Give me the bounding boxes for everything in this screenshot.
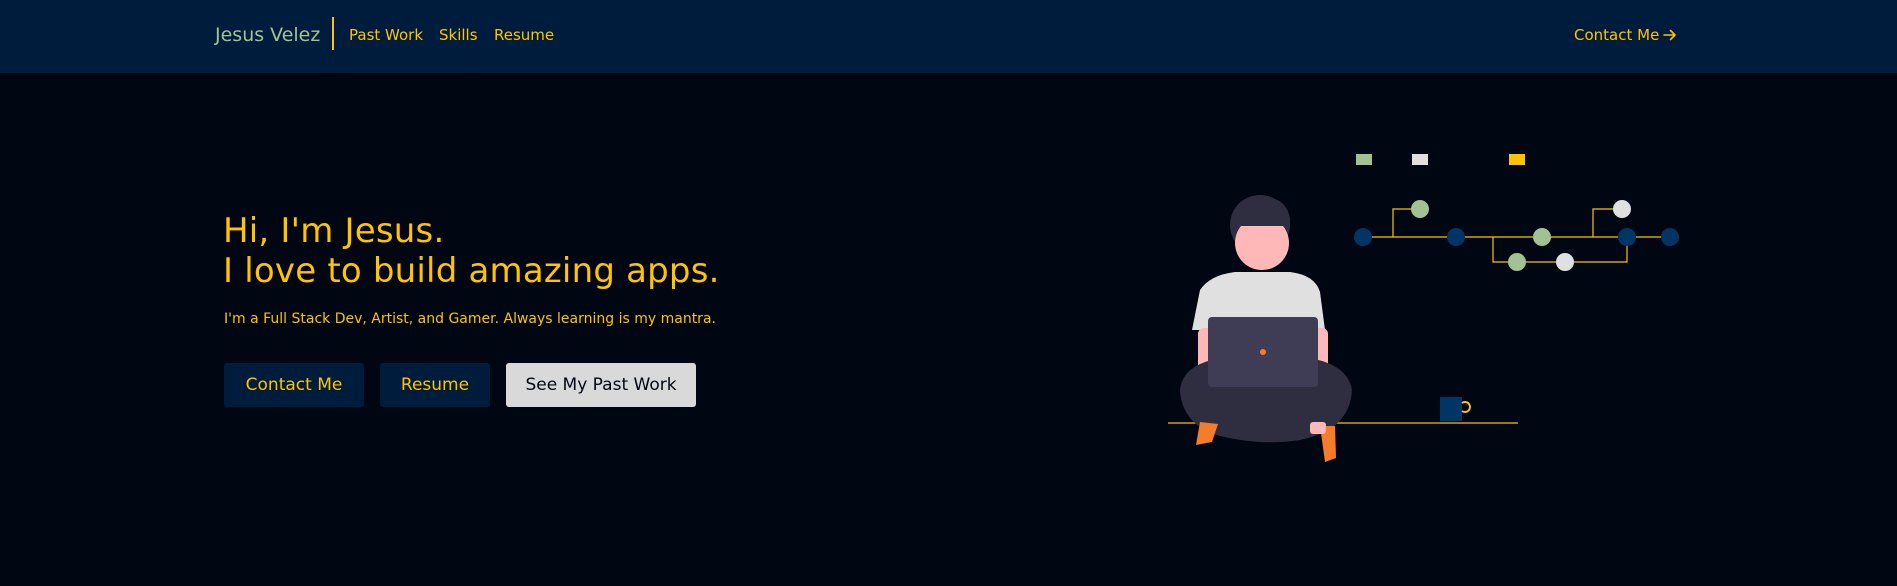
nav-divider: [332, 17, 334, 50]
contact-me-button[interactable]: Contact Me: [224, 363, 364, 407]
nav-link-past-work[interactable]: Past Work: [349, 24, 423, 46]
nav-contact-label: Contact Me: [1574, 26, 1660, 44]
nav-link-resume[interactable]: Resume: [494, 24, 554, 46]
person-figure: [1180, 195, 1352, 462]
nav-contact-link[interactable]: Contact Me: [1574, 24, 1677, 46]
see-past-work-button[interactable]: See My Past Work: [506, 363, 696, 407]
resume-button[interactable]: Resume: [380, 363, 490, 407]
mug-icon: [1440, 397, 1471, 421]
arrow-right-icon: [1663, 29, 1677, 41]
hero-title-line-1: Hi, I'm Jesus.: [223, 211, 445, 251]
brand-name[interactable]: Jesus Velez: [215, 21, 320, 49]
hero-subtitle: I'm a Full Stack Dev, Artist, and Gamer.…: [224, 311, 716, 327]
navbar: Jesus Velez Past Work Skills Resume Cont…: [0, 0, 1897, 73]
git-graph: [1354, 154, 1679, 271]
hero-title: Hi, I'm Jesus. I love to build amazing a…: [223, 211, 720, 291]
nav-link-skills[interactable]: Skills: [439, 24, 478, 46]
hero-title-line-2: I love to build amazing apps.: [223, 251, 720, 291]
developer-illustration: [1168, 154, 1679, 462]
